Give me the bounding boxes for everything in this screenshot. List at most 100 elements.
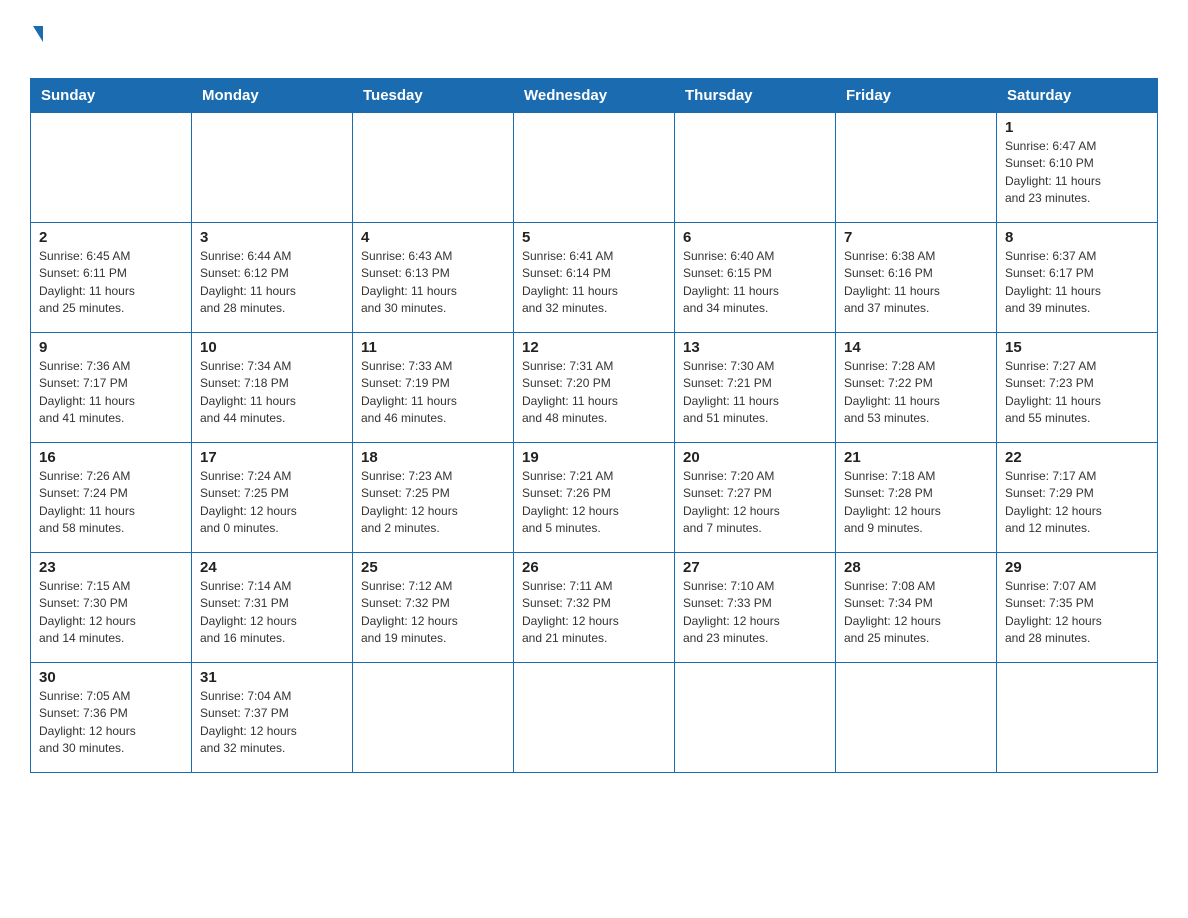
day-info: Sunrise: 7:36 AM Sunset: 7:17 PM Dayligh…	[39, 358, 183, 428]
day-info: Sunrise: 7:07 AM Sunset: 7:35 PM Dayligh…	[1005, 578, 1149, 648]
calendar-cell: 27 Sunrise: 7:10 AM Sunset: 7:33 PM Dayli…	[675, 553, 836, 663]
day-info: Sunrise: 7:05 AM Sunset: 7:36 PM Dayligh…	[39, 688, 183, 758]
calendar-cell: 25Sunrise: 7:12 AM Sunset: 7:32 PM Dayli…	[353, 553, 514, 663]
calendar-cell: 12 Sunrise: 7:31 AM Sunset: 7:20 PM Dayli…	[514, 333, 675, 443]
day-number: 9	[39, 339, 183, 356]
day-number: 4	[361, 229, 505, 246]
calendar-cell	[353, 663, 514, 773]
calendar-cell	[514, 663, 675, 773]
day-number: 8	[1005, 229, 1149, 246]
calendar-cell	[997, 663, 1158, 773]
day-number: 16	[39, 449, 183, 466]
day-number: 30	[39, 669, 183, 686]
day-info: Sunrise: 7:34 AM Sunset: 7:18 PM Dayligh…	[200, 358, 344, 428]
day-number: 2	[39, 229, 183, 246]
day-number: 23	[39, 559, 183, 576]
calendar-cell: 8 Sunrise: 6:37 AM Sunset: 6:17 PM Daylig…	[997, 223, 1158, 333]
calendar-cell: 16 Sunrise: 7:26 AM Sunset: 7:24 PM Dayli…	[31, 443, 192, 553]
day-info: Sunrise: 6:40 AM Sunset: 6:15 PM Dayligh…	[683, 248, 827, 318]
day-number: 5	[522, 229, 666, 246]
calendar-cell: 15 Sunrise: 7:27 AM Sunset: 7:23 PM Dayli…	[997, 333, 1158, 443]
calendar-cell: 11 Sunrise: 7:33 AM Sunset: 7:19 PM Dayli…	[353, 333, 514, 443]
day-number: 29	[1005, 559, 1149, 576]
day-info: Sunrise: 7:18 AM Sunset: 7:28 PM Dayligh…	[844, 468, 988, 538]
calendar-header-thursday: Thursday	[675, 79, 836, 113]
day-info: Sunrise: 7:27 AM Sunset: 7:23 PM Dayligh…	[1005, 358, 1149, 428]
day-number: 20	[683, 449, 827, 466]
calendar-week-row: 9 Sunrise: 7:36 AM Sunset: 7:17 PM Daylig…	[31, 333, 1158, 443]
day-number: 13	[683, 339, 827, 356]
calendar-cell: 2 Sunrise: 6:45 AM Sunset: 6:11 PM Daylig…	[31, 223, 192, 333]
day-info: Sunrise: 6:45 AM Sunset: 6:11 PM Dayligh…	[39, 248, 183, 318]
day-info: Sunrise: 7:08 AM Sunset: 7:34 PM Dayligh…	[844, 578, 988, 648]
calendar-cell: 24Sunrise: 7:14 AM Sunset: 7:31 PM Dayli…	[192, 553, 353, 663]
calendar-cell: 3 Sunrise: 6:44 AM Sunset: 6:12 PM Daylig…	[192, 223, 353, 333]
calendar-cell: 26 Sunrise: 7:11 AM Sunset: 7:32 PM Dayli…	[514, 553, 675, 663]
calendar-cell: 18 Sunrise: 7:23 AM Sunset: 7:25 PM Dayli…	[353, 443, 514, 553]
calendar-header-friday: Friday	[836, 79, 997, 113]
calendar-cell	[675, 113, 836, 223]
calendar-cell: 19 Sunrise: 7:21 AM Sunset: 7:26 PM Dayli…	[514, 443, 675, 553]
calendar-header-tuesday: Tuesday	[353, 79, 514, 113]
day-number: 19	[522, 449, 666, 466]
calendar-cell	[675, 663, 836, 773]
day-number: 27	[683, 559, 827, 576]
logo-arrow-icon	[33, 26, 43, 42]
calendar-cell: 9 Sunrise: 7:36 AM Sunset: 7:17 PM Daylig…	[31, 333, 192, 443]
calendar-cell: 4 Sunrise: 6:43 AM Sunset: 6:13 PM Daylig…	[353, 223, 514, 333]
day-info: Sunrise: 7:12 AM Sunset: 7:32 PM Dayligh…	[361, 578, 505, 648]
day-number: 18	[361, 449, 505, 466]
calendar-cell: 23Sunrise: 7:15 AM Sunset: 7:30 PM Dayli…	[31, 553, 192, 663]
day-number: 11	[361, 339, 505, 356]
day-info: Sunrise: 7:33 AM Sunset: 7:19 PM Dayligh…	[361, 358, 505, 428]
calendar-cell: 22Sunrise: 7:17 AM Sunset: 7:29 PM Dayli…	[997, 443, 1158, 553]
calendar-header-monday: Monday	[192, 79, 353, 113]
day-info: Sunrise: 7:26 AM Sunset: 7:24 PM Dayligh…	[39, 468, 183, 538]
day-info: Sunrise: 7:24 AM Sunset: 7:25 PM Dayligh…	[200, 468, 344, 538]
calendar-header-sunday: Sunday	[31, 79, 192, 113]
day-number: 15	[1005, 339, 1149, 356]
calendar-week-row: 16 Sunrise: 7:26 AM Sunset: 7:24 PM Dayli…	[31, 443, 1158, 553]
calendar-cell: 5 Sunrise: 6:41 AM Sunset: 6:14 PM Daylig…	[514, 223, 675, 333]
calendar-cell: 7Sunrise: 6:38 AM Sunset: 6:16 PM Daylig…	[836, 223, 997, 333]
calendar-cell: 10Sunrise: 7:34 AM Sunset: 7:18 PM Dayli…	[192, 333, 353, 443]
day-info: Sunrise: 7:31 AM Sunset: 7:20 PM Dayligh…	[522, 358, 666, 428]
day-info: Sunrise: 7:04 AM Sunset: 7:37 PM Dayligh…	[200, 688, 344, 758]
day-info: Sunrise: 7:10 AM Sunset: 7:33 PM Dayligh…	[683, 578, 827, 648]
day-number: 3	[200, 229, 344, 246]
day-info: Sunrise: 7:23 AM Sunset: 7:25 PM Dayligh…	[361, 468, 505, 538]
calendar-cell: 14 Sunrise: 7:28 AM Sunset: 7:22 PM Dayli…	[836, 333, 997, 443]
logo-general	[30, 30, 43, 42]
day-info: Sunrise: 7:11 AM Sunset: 7:32 PM Dayligh…	[522, 578, 666, 648]
day-number: 1	[1005, 119, 1149, 136]
day-number: 24	[200, 559, 344, 576]
day-info: Sunrise: 6:41 AM Sunset: 6:14 PM Dayligh…	[522, 248, 666, 318]
calendar-cell	[836, 663, 997, 773]
day-info: Sunrise: 7:28 AM Sunset: 7:22 PM Dayligh…	[844, 358, 988, 428]
day-number: 14	[844, 339, 988, 356]
calendar-cell: 20Sunrise: 7:20 AM Sunset: 7:27 PM Dayli…	[675, 443, 836, 553]
day-info: Sunrise: 6:44 AM Sunset: 6:12 PM Dayligh…	[200, 248, 344, 318]
day-number: 7	[844, 229, 988, 246]
calendar-header-row: SundayMondayTuesdayWednesdayThursdayFrid…	[31, 79, 1158, 113]
day-info: Sunrise: 7:21 AM Sunset: 7:26 PM Dayligh…	[522, 468, 666, 538]
day-info: Sunrise: 6:47 AM Sunset: 6:10 PM Dayligh…	[1005, 138, 1149, 208]
day-number: 6	[683, 229, 827, 246]
calendar-table: SundayMondayTuesdayWednesdayThursdayFrid…	[30, 78, 1158, 773]
calendar-cell	[836, 113, 997, 223]
day-info: Sunrise: 6:43 AM Sunset: 6:13 PM Dayligh…	[361, 248, 505, 318]
calendar-cell: 1 Sunrise: 6:47 AM Sunset: 6:10 PM Daylig…	[997, 113, 1158, 223]
calendar-cell	[514, 113, 675, 223]
calendar-cell: 13 Sunrise: 7:30 AM Sunset: 7:21 PM Dayli…	[675, 333, 836, 443]
day-number: 26	[522, 559, 666, 576]
day-number: 28	[844, 559, 988, 576]
day-info: Sunrise: 7:30 AM Sunset: 7:21 PM Dayligh…	[683, 358, 827, 428]
day-info: Sunrise: 6:37 AM Sunset: 6:17 PM Dayligh…	[1005, 248, 1149, 318]
page-header	[30, 20, 1158, 68]
calendar-cell: 31 Sunrise: 7:04 AM Sunset: 7:37 PM Dayli…	[192, 663, 353, 773]
calendar-header-saturday: Saturday	[997, 79, 1158, 113]
calendar-cell	[353, 113, 514, 223]
day-number: 31	[200, 669, 344, 686]
day-number: 12	[522, 339, 666, 356]
calendar-cell	[31, 113, 192, 223]
